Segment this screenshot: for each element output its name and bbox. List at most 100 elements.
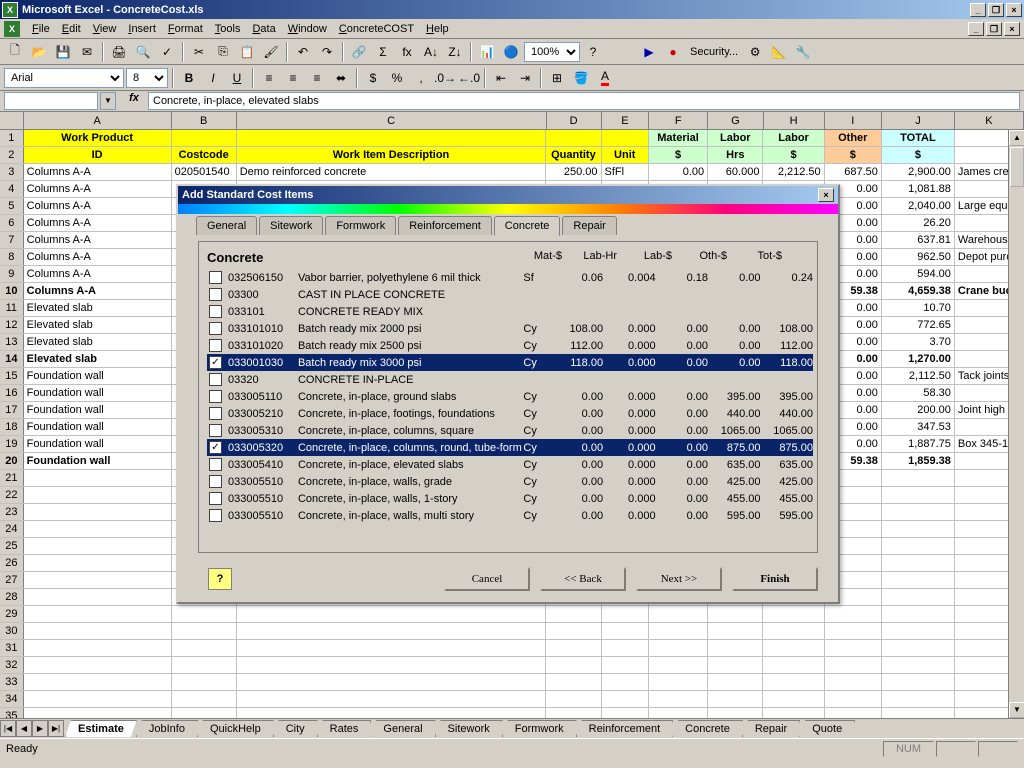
cell[interactable]: Foundation wall (24, 419, 172, 435)
sheet-tab-formwork[interactable]: Formwork (502, 720, 577, 737)
cell[interactable] (825, 708, 882, 718)
decrease-indent-button[interactable]: ⇤ (490, 67, 512, 89)
cell[interactable]: Work Product (24, 130, 172, 146)
chart-button[interactable]: 📊 (476, 41, 498, 63)
menu-help[interactable]: Help (420, 21, 455, 37)
col-header-H[interactable]: H (764, 112, 825, 129)
cell[interactable]: 4,659.38 (882, 283, 955, 299)
cell[interactable] (649, 606, 708, 622)
hyperlink-button[interactable]: 🔗 (348, 41, 370, 63)
cell[interactable] (882, 691, 955, 707)
cell[interactable]: 1,270.00 (882, 351, 955, 367)
print-preview-button[interactable]: 🔍 (132, 41, 154, 63)
sheet-tab-city[interactable]: City (273, 720, 318, 737)
dialog-close-button[interactable]: × (818, 188, 834, 202)
fontsize-combo[interactable]: 8 (126, 68, 168, 88)
item-checkbox[interactable] (209, 288, 222, 301)
cell[interactable] (24, 504, 172, 520)
row-header[interactable]: 28 (0, 589, 24, 605)
menu-insert[interactable]: Insert (122, 21, 162, 37)
item-checkbox[interactable] (209, 322, 222, 335)
record-macro-button[interactable]: ● (662, 41, 684, 63)
formula-input[interactable]: Concrete, in-place, elevated slabs (148, 92, 1020, 110)
cell[interactable]: $ (649, 147, 708, 163)
menu-window[interactable]: Window (282, 21, 333, 37)
row-header[interactable]: 18 (0, 419, 24, 435)
cost-item-row[interactable]: 033005310Concrete, in-place, columns, sq… (207, 422, 813, 439)
cell[interactable] (825, 606, 882, 622)
currency-button[interactable]: $ (362, 67, 384, 89)
cell[interactable]: Columns A-A (24, 198, 172, 214)
cell[interactable]: 2,112.50 (882, 368, 955, 384)
cell[interactable]: 637.81 (882, 232, 955, 248)
cell[interactable]: Elevated slab (24, 334, 172, 350)
autosum-button[interactable]: Σ (372, 41, 394, 63)
borders-button[interactable]: ⊞ (546, 67, 568, 89)
cell[interactable] (763, 623, 824, 639)
dialog-tab-general[interactable]: General (196, 216, 257, 235)
next-button[interactable]: Next >> (636, 567, 722, 591)
tab-first-button[interactable]: |◀ (0, 720, 16, 737)
cell[interactable]: Foundation wall (24, 385, 172, 401)
row-header[interactable]: 2 (0, 147, 24, 163)
cell[interactable] (172, 606, 237, 622)
cell[interactable] (602, 130, 649, 146)
sort-desc-button[interactable]: Z↓ (444, 41, 466, 63)
row-header[interactable]: 19 (0, 436, 24, 452)
cell[interactable] (24, 589, 172, 605)
item-checkbox[interactable] (209, 407, 222, 420)
cell[interactable] (24, 657, 172, 673)
cell[interactable] (882, 674, 955, 690)
cell[interactable] (882, 623, 955, 639)
item-checkbox[interactable] (209, 475, 222, 488)
item-checkbox[interactable] (209, 373, 222, 386)
row-header[interactable]: 34 (0, 691, 24, 707)
cell[interactable]: Labor (708, 130, 763, 146)
row-header[interactable]: 23 (0, 504, 24, 520)
row-header[interactable]: 35 (0, 708, 24, 718)
dialog-titlebar[interactable]: Add Standard Cost Items × (178, 186, 838, 204)
cell[interactable]: SfFl (602, 164, 649, 180)
cell[interactable]: 200.00 (882, 402, 955, 418)
zoom-combo[interactable]: 100% (524, 42, 580, 62)
cell[interactable]: ID (24, 147, 172, 163)
item-checkbox[interactable] (209, 271, 222, 284)
font-color-button[interactable]: A (594, 67, 616, 89)
cell[interactable]: TOTAL (882, 130, 955, 146)
cut-button[interactable]: ✂ (188, 41, 210, 63)
cost-item-row[interactable]: 033005510Concrete, in-place, walls, grad… (207, 473, 813, 490)
cell[interactable] (602, 674, 649, 690)
cell[interactable] (825, 691, 882, 707)
cell[interactable] (649, 623, 708, 639)
merge-center-button[interactable]: ⬌ (330, 67, 352, 89)
name-box-dropdown[interactable]: ▼ (100, 92, 116, 110)
row-header[interactable]: 20 (0, 453, 24, 469)
design-mode-button[interactable]: 📐 (768, 41, 790, 63)
cell[interactable] (237, 130, 547, 146)
cell[interactable] (763, 657, 824, 673)
cell[interactable] (24, 708, 172, 718)
cancel-button[interactable]: Cancel (444, 567, 530, 591)
cost-item-row[interactable]: ✓033001030Batch ready mix 3000 psiCy118.… (207, 354, 813, 371)
cell[interactable] (24, 521, 172, 537)
row-header[interactable]: 6 (0, 215, 24, 231)
cell[interactable] (882, 589, 955, 605)
cell[interactable] (882, 708, 955, 718)
menu-concretecost[interactable]: ConcreteCOST (333, 21, 420, 37)
cell[interactable] (708, 623, 763, 639)
col-header-C[interactable]: C (237, 112, 547, 129)
cost-item-row[interactable]: 033101CONCRETE READY MIX (207, 303, 813, 320)
cell[interactable]: Hrs (708, 147, 763, 163)
row-header[interactable]: 13 (0, 334, 24, 350)
cell[interactable] (237, 674, 547, 690)
cell[interactable]: 3.70 (882, 334, 955, 350)
row-header[interactable]: 21 (0, 470, 24, 486)
open-button[interactable]: 📂 (28, 41, 50, 63)
function-button[interactable]: fx (396, 41, 418, 63)
dialog-tab-repair[interactable]: Repair (562, 216, 616, 235)
sheet-tab-sitework[interactable]: Sitework (435, 720, 503, 737)
select-all-corner[interactable] (0, 112, 24, 129)
col-header-A[interactable]: A (24, 112, 172, 129)
cell[interactable]: Labor (763, 130, 824, 146)
undo-button[interactable]: ↶ (292, 41, 314, 63)
